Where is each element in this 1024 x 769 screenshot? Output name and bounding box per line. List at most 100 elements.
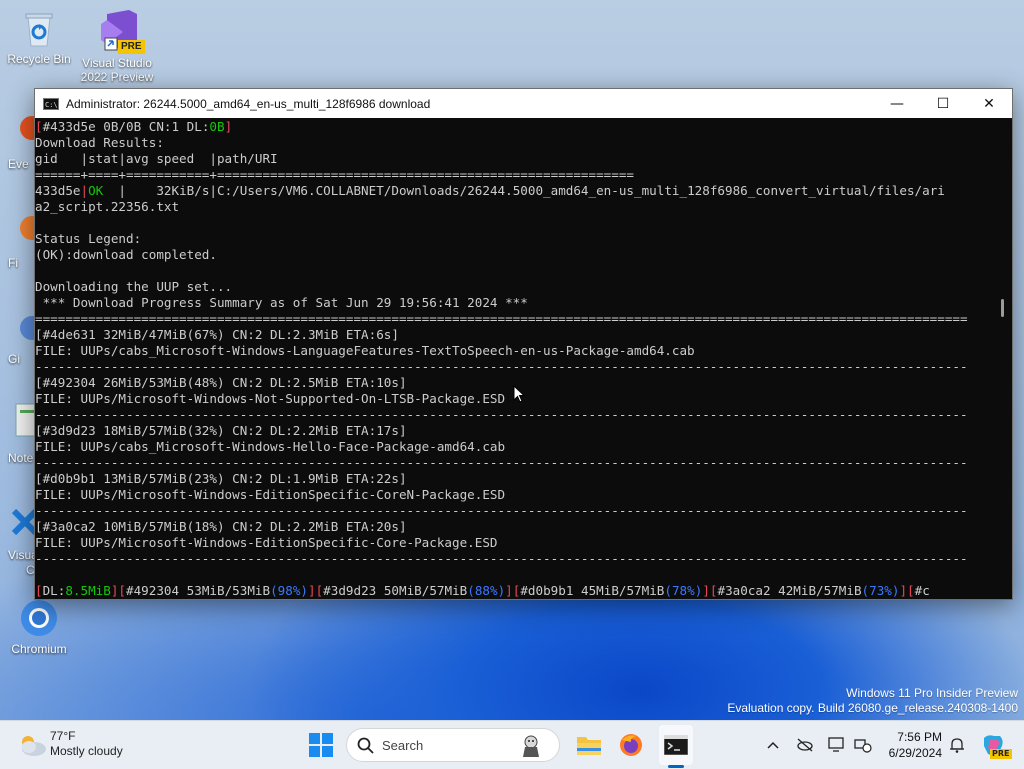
- tray-network-off[interactable]: [793, 721, 817, 769]
- console-text: [#3a0ca2 10MiB/57MiB(18%) CN:2 DL:2.2MiB…: [35, 519, 407, 534]
- desktop-icon-chromium[interactable]: Chromium: [1, 598, 77, 656]
- console-text: OK: [88, 183, 104, 198]
- minimize-button[interactable]: —: [874, 89, 920, 118]
- console-line: [DL:8.5MiB][#492304 53MiB/53MiB(98%)][#3…: [35, 583, 993, 598]
- windows-watermark: Windows 11 Pro Insider Preview Evaluatio…: [727, 686, 1018, 716]
- console-line: Downloading the UUP set...: [35, 279, 993, 295]
- console-line: ----------------------------------------…: [35, 407, 993, 423]
- partial-icon-label: Eve: [8, 157, 29, 171]
- window-title: Administrator: 26244.5000_amd64_en-us_mu…: [66, 96, 431, 111]
- partial-icon-label: Gi: [8, 352, 20, 366]
- console-line: ----------------------------------------…: [35, 359, 993, 375]
- console-text: ----------------------------------------…: [35, 503, 968, 518]
- console-text: |: [80, 183, 89, 198]
- scrollbar-thumb[interactable]: [1001, 299, 1004, 317]
- pre-badge: PRE: [118, 40, 145, 54]
- display-icon: [828, 737, 844, 752]
- copilot-button[interactable]: PRE: [976, 721, 1012, 769]
- maximize-button[interactable]: ☐: [920, 89, 966, 118]
- console-text: Status Legend:: [35, 231, 142, 246]
- console-text: ----------------------------------------…: [35, 551, 968, 566]
- notifications-button[interactable]: [946, 721, 968, 769]
- firefox-icon: [620, 734, 642, 756]
- watermark-build: Evaluation copy. Build 26080.ge_release.…: [727, 701, 1018, 715]
- console-output[interactable]: [#433d5e 0B/0B CN:1 DL:0B] Download Resul…: [35, 119, 993, 598]
- console-text: FILE: UUPs/Microsoft-Windows-EditionSpec…: [35, 535, 498, 550]
- weather-text[interactable]: 77°F Mostly cloudy: [50, 729, 123, 759]
- close-button[interactable]: ✕: [966, 89, 1012, 118]
- console-text: #3d9d23 50MiB/57MiB: [323, 583, 468, 598]
- console-line: 433d5e|OK | 32KiB/s|C:/Users/VM6.COLLABN…: [35, 183, 993, 199]
- console-text: ][: [110, 583, 127, 598]
- console-text: [#3d9d23 18MiB/57MiB(32%) CN:2 DL:2.2MiB…: [35, 423, 407, 438]
- desktop-icon-recycle-bin[interactable]: Recycle Bin: [1, 8, 77, 66]
- bell-icon: [950, 738, 964, 753]
- console-text: #c: [914, 583, 930, 598]
- search-placeholder: Search: [382, 738, 424, 753]
- console-text: ----------------------------------------…: [35, 359, 968, 374]
- cloud-icon: [22, 736, 46, 756]
- desktop-icon-visual-studio[interactable]: PRE Visual Studio 2022 Preview: [79, 8, 155, 84]
- console-line: Status Legend:: [35, 231, 993, 247]
- console-scrollbar[interactable]: [994, 119, 1012, 598]
- desktop-icon-label: Visual Studio: [82, 56, 152, 70]
- console-text: FILE: UUPs/Microsoft-Windows-EditionSpec…: [35, 487, 506, 502]
- console-line: ----------------------------------------…: [35, 551, 993, 567]
- console-text: [#d0b9b1 13MiB/57MiB(23%) CN:2 DL:1.9MiB…: [35, 471, 407, 486]
- tray-network[interactable]: [851, 721, 875, 769]
- console-line: ========================================…: [35, 311, 993, 327]
- console-text: | 32KiB/s|C:/Users/VM6.COLLABNET/Downloa…: [103, 183, 945, 198]
- console-line: FILE: UUPs/Microsoft-Windows-EditionSpec…: [35, 487, 993, 503]
- console-text: ][: [505, 583, 521, 598]
- console-line: [#d0b9b1 13MiB/57MiB(23%) CN:2 DL:1.9MiB…: [35, 471, 993, 487]
- console-line: FILE: UUPs/cabs_Microsoft-Windows-Hello-…: [35, 439, 993, 455]
- console-text: #3a0ca2 42MiB/57MiB: [717, 583, 862, 598]
- console-text: ]: [224, 119, 233, 134]
- start-button[interactable]: [302, 721, 340, 769]
- console-text: FILE: UUPs/Microsoft-Windows-Not-Support…: [35, 391, 506, 406]
- console-text: (OK):download completed.: [35, 247, 217, 262]
- partial-icon-label: Note: [8, 451, 34, 465]
- mouse-cursor: [513, 385, 525, 403]
- taskbar-search[interactable]: Search: [346, 728, 560, 762]
- window-titlebar[interactable]: C:\ Administrator: 26244.5000_amd64_en-u…: [35, 89, 1012, 118]
- console-line: gid |stat|avg speed |path/URI: [35, 151, 993, 167]
- console-line: [#3d9d23 18MiB/57MiB(32%) CN:2 DL:2.2MiB…: [35, 423, 993, 439]
- console-text: (73%): [861, 583, 900, 598]
- console-text: DL:: [42, 583, 66, 598]
- file-explorer-button[interactable]: [572, 721, 606, 769]
- terminal-button[interactable]: [659, 725, 693, 765]
- show-hidden-icons-button[interactable]: [762, 721, 784, 769]
- taskbar-clock[interactable]: 7:56 PM 6/29/2024: [876, 729, 942, 761]
- desktop-icon-label: Recycle Bin: [7, 52, 71, 66]
- console-window[interactable]: C:\ Administrator: 26244.5000_amd64_en-u…: [34, 88, 1013, 600]
- console-text: Downloading the UUP set...: [35, 279, 233, 294]
- console-line: [#433d5e 0B/0B CN:1 DL:0B]: [35, 119, 993, 135]
- console-text: gid |stat|avg speed |path/URI: [35, 151, 278, 166]
- console-text: ][: [702, 583, 718, 598]
- console-text: 8.5MiB: [65, 583, 111, 598]
- tray-display[interactable]: [825, 721, 849, 769]
- console-text: ----------------------------------------…: [35, 455, 968, 470]
- console-text: a2_script.22356.txt: [35, 199, 180, 214]
- console-text: (88%): [467, 583, 506, 598]
- console-text: Download Results:: [35, 135, 164, 150]
- console-line: *** Download Progress Summary as of Sat …: [35, 295, 993, 311]
- desktop-icon-label: 2022 Preview: [80, 70, 154, 84]
- console-line: a2_script.22356.txt: [35, 199, 993, 215]
- clock-time: 7:56 PM: [897, 730, 942, 744]
- console-text: (98%): [270, 583, 308, 598]
- chromium-icon: [19, 598, 59, 638]
- search-highlight-icon: [523, 735, 539, 757]
- console-line: (OK):download completed.: [35, 247, 993, 263]
- command-prompt-icon: C:\: [43, 97, 59, 110]
- weather-description: Mostly cloudy: [50, 744, 123, 758]
- cloud-off-icon: [797, 738, 813, 752]
- firefox-button[interactable]: [614, 721, 648, 769]
- search-icon: [357, 737, 374, 754]
- console-text: 433d5e: [35, 183, 81, 198]
- console-line: ----------------------------------------…: [35, 503, 993, 519]
- command-prompt-icon: [664, 735, 688, 755]
